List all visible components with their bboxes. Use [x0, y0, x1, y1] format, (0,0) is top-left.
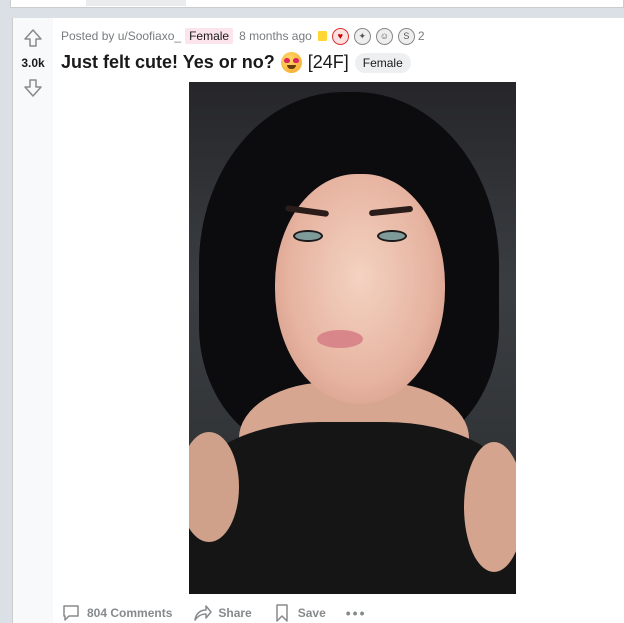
save-label: Save — [297, 606, 326, 620]
comments-button[interactable]: 804 Comments — [61, 603, 172, 623]
top-strip — [0, 0, 624, 18]
post-time[interactable]: 8 months ago — [239, 29, 312, 43]
tab-indicator — [86, 0, 186, 6]
post-title[interactable]: Just felt cute! Yes or no? — [61, 52, 275, 73]
arrow-down-icon — [24, 79, 42, 97]
comments-label: 804 Comments — [87, 606, 173, 620]
user-flair: Female — [185, 28, 234, 44]
post-title-row[interactable]: Just felt cute! Yes or no? [24F] Female — [61, 52, 411, 73]
heart-eyes-award-icon[interactable]: ♥ — [331, 27, 349, 45]
more-options-icon: ••• — [345, 605, 367, 621]
badge-icon — [317, 31, 327, 41]
posted-by-link[interactable]: Posted by u/Soofiaxo_ — [61, 29, 181, 43]
vote-score: 3.0k — [21, 56, 45, 70]
upvote-button[interactable] — [21, 26, 45, 50]
post-meta: Posted by u/Soofiaxo_ Female 8 months ag… — [61, 27, 425, 45]
bookmark-icon — [275, 604, 288, 622]
heart-eyes-emoji-icon — [280, 52, 302, 73]
downvote-button[interactable] — [21, 76, 45, 100]
more-options-button[interactable]: ••• — [346, 605, 367, 621]
award-icon[interactable]: ✦ — [353, 27, 371, 45]
comment-icon — [63, 605, 79, 621]
share-button[interactable]: Share — [192, 603, 252, 623]
post-flair[interactable]: Female — [354, 52, 411, 73]
post-card[interactable]: 3.0k Posted by u/Soofiaxo_ Female 8 mont… — [12, 18, 624, 623]
silver-award-icon[interactable]: S — [397, 27, 415, 45]
arrow-up-icon — [24, 29, 42, 47]
post-image[interactable] — [189, 82, 516, 594]
save-button[interactable]: Save — [272, 603, 326, 623]
vote-bar: 3.0k — [13, 18, 53, 623]
award-count: 2 — [417, 29, 425, 43]
share-icon — [194, 605, 213, 621]
post-actions: 804 Comments Share Save ••• — [61, 602, 386, 623]
award-icon-2[interactable]: ☺ — [375, 27, 393, 45]
post-title-tag[interactable]: [24F] — [308, 52, 349, 73]
share-label: Share — [218, 606, 252, 620]
